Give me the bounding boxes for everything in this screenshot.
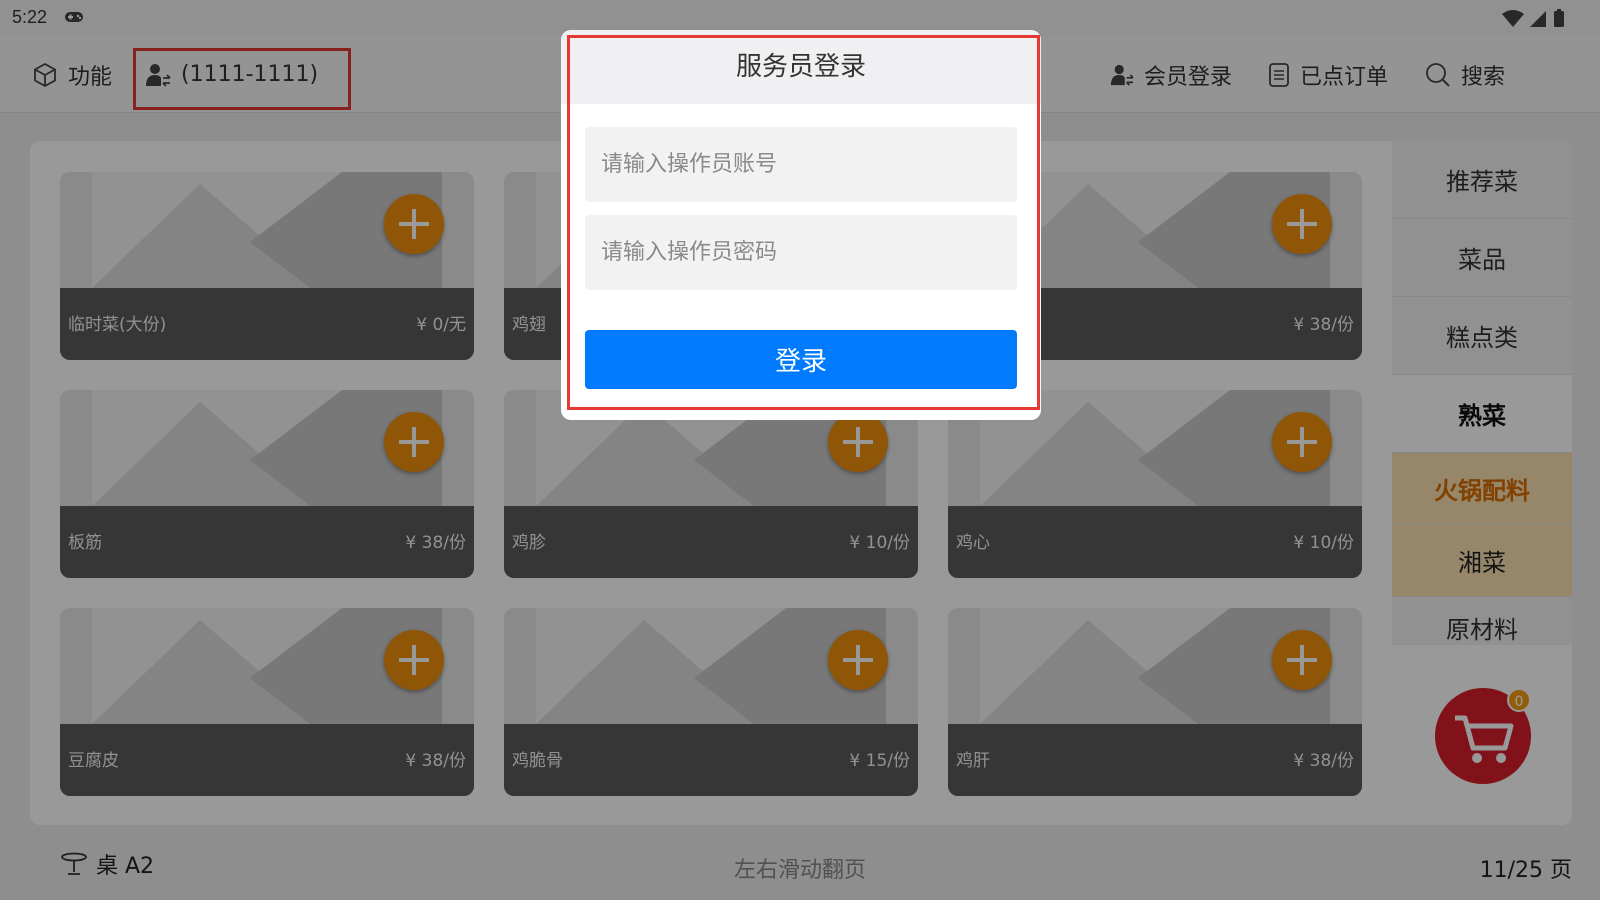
dialog-highlight-box — [567, 35, 1040, 410]
